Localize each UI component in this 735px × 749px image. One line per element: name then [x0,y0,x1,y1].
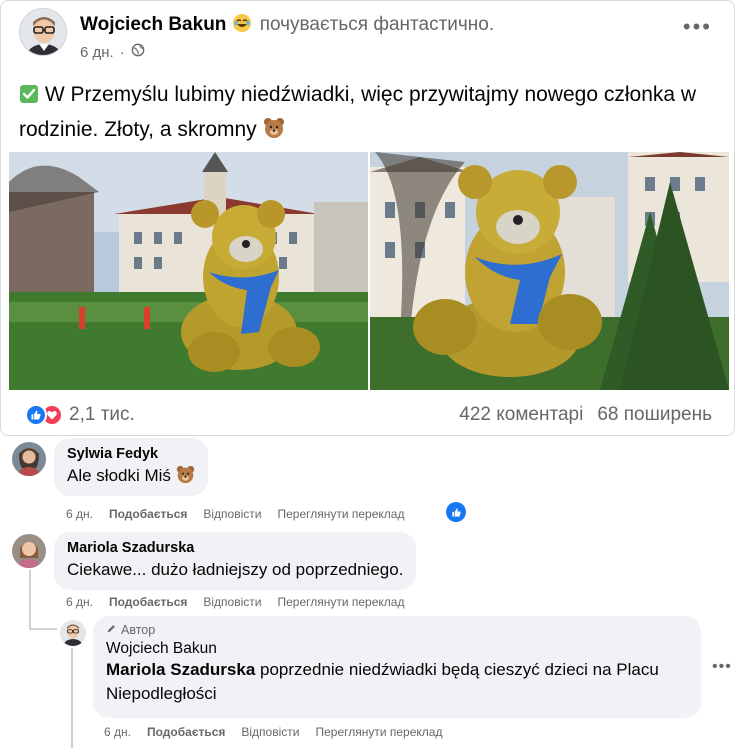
comment-bubble: Mariola Szadurska Ciekawe... dużo ładnie… [54,532,417,590]
reply-time[interactable]: 6 дн. [104,725,131,739]
reply-author-avatar[interactable] [60,620,86,646]
reply-comment-button[interactable]: Відповісти [203,507,261,521]
post-stats: 422 коментарі 68 поширень [459,404,712,426]
comment-text-row: Ale słodki Miś [67,464,195,491]
like-reaction-icon [25,404,47,426]
post-feeling: почувається фантастично. [259,14,495,35]
like-comment-button[interactable]: Подобається [109,595,187,609]
like-reply-button[interactable]: Подобається [147,725,225,739]
commenter-avatar[interactable] [12,442,46,476]
comment-actions: 6 дн. Подобається Відповісти Переглянути… [66,595,404,609]
comment-author[interactable]: Mariola Szadurska [67,539,403,558]
post-photo-1[interactable] [9,152,368,390]
reply-options-icon[interactable]: ••• [712,658,732,676]
comment-time[interactable]: 6 дн. [66,507,93,521]
reactions-count: 2,1 тис. [69,404,135,425]
reply-actions: 6 дн. Подобається Відповісти Переглянути… [104,725,442,739]
post-card: Wojciech Bakun почувається фантастично. … [0,0,735,436]
post-text-container: W Przemyślu lubimy niedźwiadki, więc prz… [19,79,709,149]
reply-text-row: Mariola Szadurska poprzednie niedźwiadki… [106,658,688,706]
comment-text: Ale słodki Miś [67,466,171,485]
reactions-summary[interactable]: 2,1 тис. [25,404,135,426]
comments-count[interactable]: 422 коментарі [459,404,583,426]
globe-icon[interactable] [131,43,145,61]
post-options-icon[interactable]: ••• [683,16,712,38]
reply-reply-button[interactable]: Відповісти [241,725,299,739]
post-author-name[interactable]: Wojciech Bakun [80,14,226,35]
reply-author[interactable]: Wojciech Bakun [106,639,688,658]
comment-author[interactable]: Sylwia Fedyk [67,445,195,464]
post-text: W Przemyślu lubimy niedźwiadki, więc prz… [19,83,697,141]
author-badge: Автор [106,622,688,639]
see-translation-button[interactable]: Переглянути переклад [277,595,404,609]
comment-actions: 6 дн. Подобається Відповісти Переглянути… [66,507,404,521]
like-comment-button[interactable]: Подобається [109,507,187,521]
see-translation-button[interactable]: Переглянути переклад [315,725,442,739]
laughing-emoji-icon [232,13,252,33]
reply-comment-button[interactable]: Відповісти [203,595,261,609]
post-meta: 6 дн. · [80,43,145,61]
thread-line [29,570,31,630]
comment-bubble: Sylwia Fedyk Ale słodki Miś [54,438,208,496]
author-avatar[interactable] [19,8,67,56]
pencil-icon [106,622,117,639]
mention-link[interactable]: Mariola Szadurska [106,660,255,679]
post-photo-2[interactable] [370,152,729,390]
thread-line [71,648,73,748]
meta-separator: · [119,43,125,61]
author-badge-label: Автор [121,623,156,637]
comment-like-badge-icon [446,502,466,522]
see-translation-button[interactable]: Переглянути переклад [277,507,404,521]
shares-count[interactable]: 68 поширень [597,404,712,426]
reply-bubble: Автор Wojciech Bakun Mariola Szadurska p… [93,616,701,718]
post-header: Wojciech Bakun почувається фантастично. [80,13,494,37]
bear-emoji-icon [263,117,285,149]
commenter-avatar[interactable] [12,534,46,568]
bear-emoji-icon [176,465,195,491]
post-time[interactable]: 6 дн. [80,44,114,61]
comment-time[interactable]: 6 дн. [66,595,93,609]
check-mark-emoji-icon [19,82,39,114]
thread-branch [29,628,57,630]
comment-text: Ciekawe... dużo ładniejszy od poprzednie… [67,560,404,579]
